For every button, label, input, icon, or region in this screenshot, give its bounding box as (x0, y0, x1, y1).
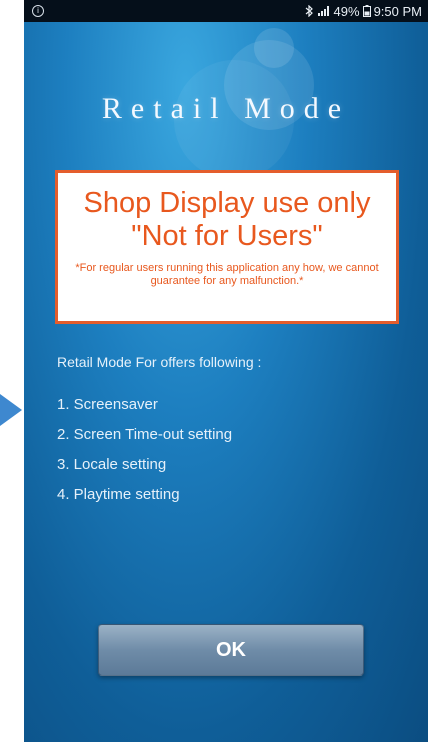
info-icon: i (32, 5, 44, 17)
features-heading: Retail Mode For offers following : (57, 354, 262, 370)
status-time: 9:50 PM (373, 3, 422, 19)
warning-headline: Shop Display use only (83, 187, 371, 219)
pointer-arrow-icon (0, 394, 22, 426)
phone-screen: i 49% 9:50 PM Retail Mode Shop Display u… (24, 0, 428, 742)
signal-icon (317, 6, 329, 16)
list-item: 2. Screen Time-out setting (57, 426, 233, 443)
page-title: Retail Mode (101, 92, 351, 125)
warning-subheadline: "Not for Users" (131, 220, 323, 252)
bokeh-decoration (254, 28, 294, 68)
status-bar: i 49% 9:50 PM (24, 0, 428, 22)
list-item: 3. Locale setting (57, 456, 167, 473)
features-list: Retail Mode For offers following : 1. Sc… (57, 354, 261, 510)
battery-icon (362, 5, 371, 17)
bluetooth-icon (305, 5, 313, 17)
list-item: 1. Screensaver (57, 396, 158, 413)
list-item: 4. Playtime setting (57, 486, 180, 503)
warning-note: *For regular users running this applicat… (75, 262, 379, 287)
warning-box: Shop Display use only "Not for Users" *F… (55, 170, 399, 324)
ok-button[interactable]: OK (98, 624, 364, 676)
battery-percent: 49% (333, 3, 360, 19)
